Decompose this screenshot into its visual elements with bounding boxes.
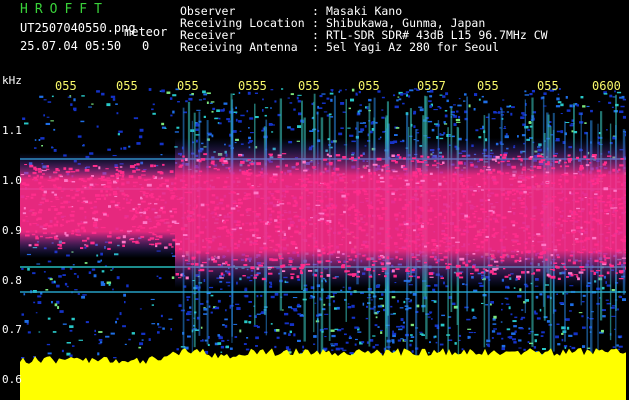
spectrogram-canvas <box>20 88 626 400</box>
x-tick-5: 055 <box>298 79 320 93</box>
x-tick-3: 055 <box>177 79 199 93</box>
x-tick-4: 0555 <box>238 79 267 93</box>
y-tick-0-6: 0.6 <box>2 373 22 386</box>
date-time: 25.07.04 05:50 <box>20 39 122 53</box>
x-tick-8: 055 <box>477 79 499 93</box>
x-tick-1: 055 <box>55 79 77 93</box>
noise-floor <box>20 348 626 400</box>
spectrogram <box>20 78 626 400</box>
y-tick-1-1: 1.1 <box>2 124 22 137</box>
y-tick-1-0: 1.0 <box>2 174 22 187</box>
frequency-unit-label: kHz <box>2 74 22 87</box>
meteor-label: meteor <box>124 25 168 39</box>
x-tick-2: 055 <box>116 79 138 93</box>
x-tick-7: 0557 <box>417 79 446 93</box>
y-tick-0-7: 0.7 <box>2 323 22 336</box>
hrofft-window: HROFFT UT2507040550.png meteor 25.07.04 … <box>0 0 629 400</box>
antenna-value: 5el Yagi Az 280 for Seoul <box>326 40 500 54</box>
x-tick-9: 055 <box>537 79 559 93</box>
x-tick-10: 0600 <box>592 79 621 93</box>
x-tick-6: 055 <box>358 79 380 93</box>
y-tick-0-8: 0.8 <box>2 274 22 287</box>
antenna-label: Receiving Antenna <box>180 40 298 54</box>
signal-band <box>20 138 626 288</box>
app-title: HROFFT <box>20 2 109 17</box>
y-tick-0-9: 0.9 <box>2 224 22 237</box>
antenna-separator: : <box>312 40 319 54</box>
meteor-count: 0 <box>142 39 150 53</box>
file-name: UT2507040550.png <box>20 21 136 35</box>
